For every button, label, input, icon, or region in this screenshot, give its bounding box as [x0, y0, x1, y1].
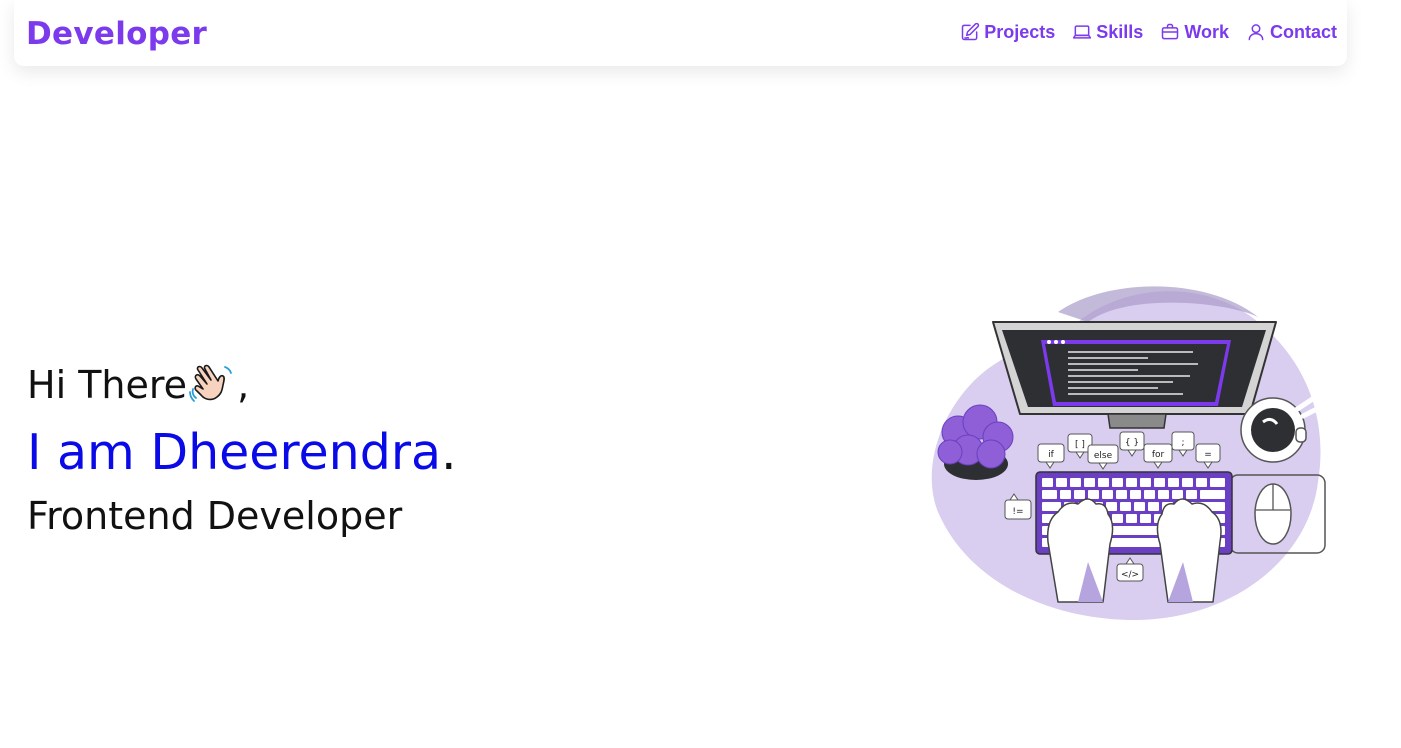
code-bubble-not-equals-text: != — [1012, 507, 1023, 517]
code-bubble-braces-text: { } — [1125, 438, 1139, 448]
developer-illustration: if [ ] else { } for ; = != </> — [931, 286, 1326, 621]
code-bubble-if-text: if — [1048, 450, 1055, 460]
nav-label-skills: Skills — [1096, 21, 1144, 42]
developer-name: Dheerendra — [150, 424, 442, 481]
briefcase-icon — [1162, 23, 1179, 40]
navbar: Developer Projects Skills Work Contact — [14, 0, 1347, 66]
greeting-text: Hi There — [27, 363, 188, 407]
nav-label-projects: Projects — [984, 21, 1056, 42]
code-bubble-for-text: for — [1152, 450, 1165, 460]
greeting: Hi There , — [27, 360, 457, 410]
user-icon — [1248, 24, 1264, 41]
nav-label-contact: Contact — [1270, 21, 1337, 42]
code-bubble-tag-text: </> — [1121, 570, 1139, 580]
code-bubble-else-text: else — [1094, 451, 1113, 461]
laptop-icon — [1073, 25, 1092, 39]
edit-icon — [961, 22, 980, 41]
waving-hand-icon — [189, 364, 232, 402]
nav-links: Projects Skills Work Contact — [960, 22, 1337, 43]
name-suffix: . — [441, 424, 457, 481]
role-title: Frontend Developer — [27, 493, 403, 538]
nav-link-projects[interactable]: Projects — [960, 22, 1055, 43]
nav-link-skills[interactable]: Skills — [1072, 22, 1143, 43]
intro-line: I am Dheerendra. — [27, 426, 457, 480]
code-bubble-equals-text: = — [1204, 450, 1212, 460]
intro-prefix: I am — [27, 424, 151, 481]
code-bubble-brackets-text: [ ] — [1075, 440, 1085, 450]
nav-link-work[interactable]: Work — [1160, 22, 1229, 43]
greeting-suffix: , — [237, 363, 250, 407]
hero-text: Hi There , I am Dheerendra. Frontend Dev… — [27, 360, 457, 538]
nav-link-contact[interactable]: Contact — [1246, 22, 1337, 43]
code-bubble-semicolon-text: ; — [1181, 438, 1184, 448]
brand-logo[interactable]: Developer — [26, 16, 207, 52]
nav-label-work: Work — [1184, 21, 1229, 42]
